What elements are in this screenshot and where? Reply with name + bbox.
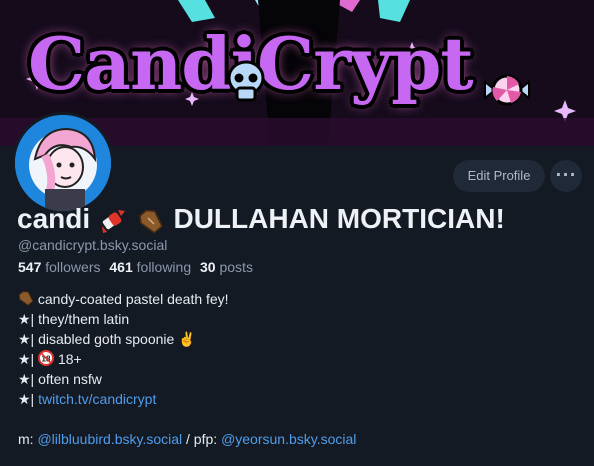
mention-link-lilbluubird[interactable]: @lilbluubird.bsky.social — [37, 431, 182, 447]
twitch-link[interactable]: twitch.tv/candicrypt — [38, 391, 156, 407]
display-name-prefix: candi — [17, 203, 91, 234]
bio-line-text: candy-coated pastel death fey! — [37, 291, 229, 307]
following-count: 461 — [109, 259, 133, 275]
following-link[interactable]: 461 following — [109, 259, 191, 275]
peppermint-candy-icon — [484, 74, 530, 106]
mention-link-yeorsun[interactable]: @yeorsun.bsky.social — [221, 431, 356, 447]
more-options-button[interactable]: ··· — [550, 160, 582, 192]
followers-label: followers — [45, 259, 101, 275]
more-dots-icon: ··· — [555, 165, 577, 184]
coffin-icon — [139, 209, 163, 234]
posts-count-wrap: 30 posts — [200, 259, 253, 275]
bio-credits-line: m: @lilbluubird.bsky.social / pfp: @yeor… — [18, 429, 356, 449]
posts-count: 30 — [200, 259, 216, 275]
posts-label: posts — [219, 259, 253, 275]
bio-line: ★| often nsfw — [18, 371, 102, 387]
display-name: candi DULLAHAN MORTICIAN! — [17, 203, 505, 235]
avatar-illustration — [15, 115, 111, 211]
avatar[interactable] — [12, 112, 114, 214]
bio-line: candy-coated pastel death fey! — [18, 289, 356, 309]
profile-bio: candy-coated pastel death fey! ★| they/t… — [18, 289, 356, 449]
credit-prefix: m: — [18, 431, 34, 447]
bio-line: ★| 18 18+ — [18, 349, 356, 369]
bio-line-text: 18+ — [57, 351, 82, 367]
display-name-suffix: DULLAHAN MORTICIAN! — [173, 203, 505, 234]
victory-hand-icon: ✌ — [178, 331, 196, 347]
credit-mid: / pfp: — [186, 431, 218, 447]
profile-stats: 547 followers 461 following 30 posts — [18, 259, 253, 275]
following-label: following — [136, 259, 192, 275]
bio-line-text: ★| disabled goth spoonie — [18, 331, 175, 347]
bio-line: ★| twitch.tv/candicrypt — [18, 389, 356, 409]
skull-icon — [227, 60, 265, 102]
handle: @candicrypt.bsky.social — [18, 237, 168, 253]
bio-line-prefix: ★| — [18, 351, 35, 367]
edit-profile-button[interactable]: Edit Profile — [453, 160, 545, 192]
bio-line: ★| disabled goth spoonie ✌ — [18, 329, 356, 349]
no-under-18-icon: 18 — [38, 350, 55, 366]
candy-icon — [101, 209, 125, 233]
followers-count: 547 — [18, 259, 42, 275]
bio-line-prefix: ★| — [18, 391, 35, 407]
followers-link[interactable]: 547 followers — [18, 259, 101, 275]
bio-line: ★| they/them latin — [18, 311, 130, 327]
coffin-icon — [18, 291, 34, 306]
